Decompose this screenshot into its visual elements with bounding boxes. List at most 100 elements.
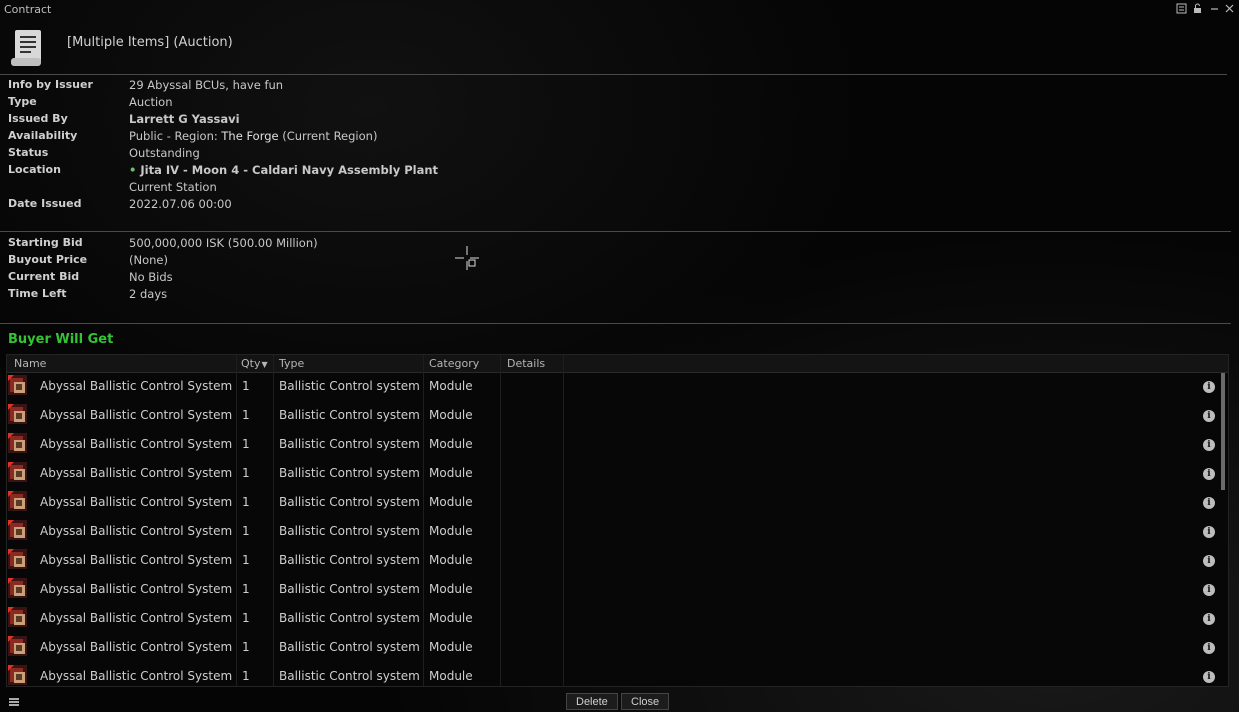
item-type: Ballistic Control system <box>279 437 420 451</box>
show-info-icon[interactable]: i <box>1203 642 1215 654</box>
buyout-price-row: Buyout Price (None) <box>8 253 708 270</box>
status-value: Outstanding <box>129 146 200 160</box>
table-row[interactable]: Abyssal Ballistic Control System 1 Ballist… <box>7 576 1219 605</box>
item-category: Module <box>429 466 473 480</box>
table-row[interactable]: Abyssal Ballistic Control System 1 Ballist… <box>7 373 1219 402</box>
availability-value: Public - Region: The Forge (Current Regi… <box>129 129 377 143</box>
time-left-value: 2 days <box>129 287 168 301</box>
hamburger-menu-icon[interactable] <box>9 698 19 706</box>
item-category: Module <box>429 437 473 451</box>
location-link[interactable]: • Jita IV - Moon 4 - Caldari Navy Assembl… <box>129 163 438 177</box>
item-category: Module <box>429 524 473 538</box>
column-header-details[interactable]: Details <box>507 357 545 370</box>
table-row[interactable]: Abyssal Ballistic Control System 1 Ballist… <box>7 547 1219 576</box>
show-info-icon[interactable]: i <box>1203 584 1215 596</box>
info-by-issuer-label: Info by Issuer <box>8 78 93 91</box>
table-row[interactable]: Abyssal Ballistic Control System 1 Ballist… <box>7 402 1219 431</box>
ballistic-control-module-icon <box>8 375 27 395</box>
location-sub-value: Current Station <box>129 180 217 194</box>
item-type: Ballistic Control system <box>279 495 420 509</box>
item-qty: 1 <box>242 495 250 509</box>
column-header-name[interactable]: Name <box>14 357 46 370</box>
issued-by-label: Issued By <box>8 112 68 125</box>
divider <box>0 323 1231 324</box>
item-name: Abyssal Ballistic Control System <box>40 669 233 683</box>
time-left-row: Time Left 2 days <box>8 287 708 304</box>
item-category: Module <box>429 408 473 422</box>
ballistic-control-module-icon <box>8 549 27 569</box>
date-issued-label: Date Issued <box>8 197 82 210</box>
status-row: Status Outstanding <box>8 146 708 163</box>
scrollbar-thumb[interactable] <box>1221 373 1225 490</box>
show-info-icon[interactable]: i <box>1203 526 1215 538</box>
info-by-issuer-row: Info by Issuer 29 Abyssal BCUs, have fun <box>8 78 708 95</box>
items-table: Name Qty▼ Type Category Details Abyssal … <box>6 354 1229 687</box>
show-info-icon[interactable]: i <box>1203 410 1215 422</box>
compact-icon[interactable] <box>1174 3 1188 17</box>
item-qty: 1 <box>242 582 250 596</box>
show-info-icon[interactable]: i <box>1203 497 1215 509</box>
contract-title: [Multiple Items] (Auction) <box>67 35 233 50</box>
show-info-icon[interactable]: i <box>1203 468 1215 480</box>
crosshair-cursor-icon <box>455 246 479 270</box>
item-qty: 1 <box>242 524 250 538</box>
location-row: Location • Jita IV - Moon 4 - Caldari Nav… <box>8 163 708 180</box>
divider <box>0 74 1227 75</box>
show-info-icon[interactable]: i <box>1203 555 1215 567</box>
delete-button[interactable]: Delete <box>566 693 618 710</box>
show-info-icon[interactable]: i <box>1203 381 1215 393</box>
availability-suffix: (Current Region) <box>278 129 378 143</box>
item-type: Ballistic Control system <box>279 611 420 625</box>
ballistic-control-module-icon <box>8 520 27 540</box>
table-row[interactable]: Abyssal Ballistic Control System 1 Ballist… <box>7 605 1219 634</box>
column-header-category[interactable]: Category <box>429 357 479 370</box>
close-icon[interactable] <box>1222 3 1236 17</box>
item-name: Abyssal Ballistic Control System <box>40 437 233 451</box>
starting-bid-row: Starting Bid 500,000,000 ISK (500.00 Mil… <box>8 236 708 253</box>
item-name: Abyssal Ballistic Control System <box>40 495 233 509</box>
ballistic-control-module-icon <box>8 665 27 685</box>
item-category: Module <box>429 379 473 393</box>
show-info-icon[interactable]: i <box>1203 671 1215 683</box>
item-category: Module <box>429 495 473 509</box>
region-link[interactable]: The Forge <box>221 129 278 143</box>
current-bid-label: Current Bid <box>8 270 80 283</box>
show-info-icon[interactable]: i <box>1203 613 1215 625</box>
lock-icon[interactable] <box>1190 3 1204 17</box>
close-button[interactable]: Close <box>621 693 670 710</box>
item-qty: 1 <box>242 466 250 480</box>
table-row[interactable]: Abyssal Ballistic Control System 1 Ballist… <box>7 663 1219 685</box>
current-bid-row: Current Bid No Bids <box>8 270 708 287</box>
info-by-issuer-value: 29 Abyssal BCUs, have fun <box>129 78 284 92</box>
table-row[interactable]: Abyssal Ballistic Control System 1 Ballist… <box>7 489 1219 518</box>
item-type: Ballistic Control system <box>279 553 420 567</box>
item-category: Module <box>429 669 473 683</box>
location-value: Jita IV - Moon 4 - Caldari Navy Assembly… <box>140 163 439 177</box>
window-titlebar[interactable]: Contract <box>0 0 1239 20</box>
buyout-price-value: (None) <box>129 253 168 267</box>
minimize-icon[interactable] <box>1207 3 1221 17</box>
status-label: Status <box>8 146 49 159</box>
availability-prefix: Public - Region: <box>129 129 222 143</box>
show-info-icon[interactable]: i <box>1203 439 1215 451</box>
column-header-qty[interactable]: Qty▼ <box>241 357 268 370</box>
vertical-scrollbar[interactable] <box>1221 373 1225 685</box>
issuer-name-link[interactable]: Larrett G Yassavi <box>129 112 240 126</box>
table-row[interactable]: Abyssal Ballistic Control System 1 Ballist… <box>7 431 1219 460</box>
table-header: Name Qty▼ Type Category Details <box>7 355 1228 373</box>
item-category: Module <box>429 640 473 654</box>
item-name: Abyssal Ballistic Control System <box>40 640 233 654</box>
table-row[interactable]: Abyssal Ballistic Control System 1 Ballist… <box>7 518 1219 547</box>
ballistic-control-module-icon <box>8 433 27 453</box>
items-list: Abyssal Ballistic Control System 1 Ballist… <box>7 373 1219 685</box>
table-row[interactable]: Abyssal Ballistic Control System 1 Ballist… <box>7 634 1219 663</box>
item-qty: 1 <box>242 408 250 422</box>
buyout-price-label: Buyout Price <box>8 253 88 266</box>
item-name: Abyssal Ballistic Control System <box>40 466 233 480</box>
column-header-type[interactable]: Type <box>279 357 304 370</box>
location-label: Location <box>8 163 61 176</box>
table-row[interactable]: Abyssal Ballistic Control System 1 Ballist… <box>7 460 1219 489</box>
security-status-dot-icon: • <box>129 163 137 177</box>
item-type: Ballistic Control system <box>279 408 420 422</box>
ballistic-control-module-icon <box>8 491 27 511</box>
